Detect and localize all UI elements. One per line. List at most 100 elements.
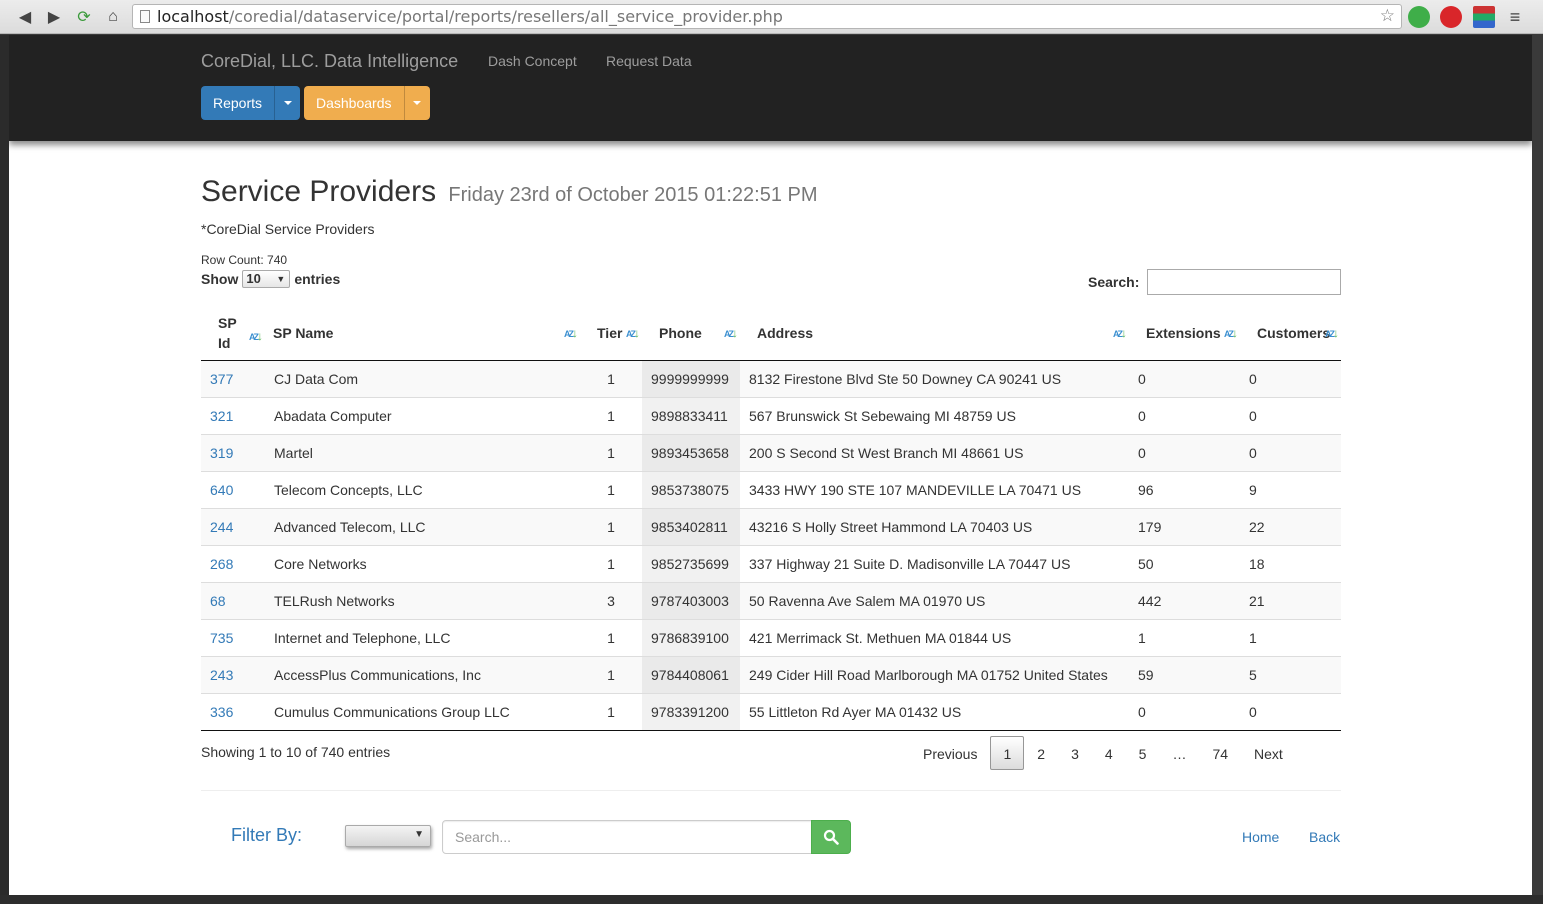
sp-id-link[interactable]: 268 xyxy=(210,556,233,572)
cell-extensions: 1 xyxy=(1129,618,1240,656)
cell-tier: 1 xyxy=(580,655,642,693)
pagination-next[interactable]: Next xyxy=(1241,736,1296,770)
page-content: CoreDial, LLC. Data Intelligence Dash Co… xyxy=(9,35,1532,895)
column-header-sp-name[interactable]: SP Name AZ↓ xyxy=(265,307,580,361)
table-search-input[interactable] xyxy=(1147,269,1341,295)
cell-tier: 1 xyxy=(580,618,642,656)
column-header-tier[interactable]: Tier AZ↓ xyxy=(580,307,642,361)
cell-tier: 1 xyxy=(580,692,642,731)
cell-sp-id[interactable]: 336 xyxy=(201,692,265,731)
pagination-previous[interactable]: Previous xyxy=(910,736,990,770)
column-header-sp-id-line2: Id xyxy=(218,335,231,352)
cell-extensions: 0 xyxy=(1129,433,1240,471)
cell-sp-id[interactable]: 68 xyxy=(201,581,265,619)
cell-sp-name: Internet and Telephone, LLC xyxy=(265,618,580,656)
sp-id-link[interactable]: 243 xyxy=(210,667,233,683)
search-icon xyxy=(823,829,839,845)
brand-title[interactable]: CoreDial, LLC. Data Intelligence xyxy=(201,51,458,72)
pagination-page-3[interactable]: 3 xyxy=(1058,736,1092,770)
cell-extensions: 0 xyxy=(1129,692,1240,731)
cell-sp-name: Advanced Telecom, LLC xyxy=(265,507,580,545)
home-icon[interactable]: ⌂ xyxy=(102,6,124,28)
pagination-page-5[interactable]: 5 xyxy=(1126,736,1160,770)
address-bar[interactable]: localhost/coredial/dataservice/portal/re… xyxy=(132,4,1402,29)
sort-icon: AZ↓ xyxy=(1113,326,1127,340)
cell-sp-name: Telecom Concepts, LLC xyxy=(265,470,580,508)
reports-button[interactable]: Reports xyxy=(201,86,275,120)
cell-tier: 1 xyxy=(580,544,642,582)
cell-address: 567 Brunswick St Sebewaing MI 48759 US xyxy=(740,396,1129,434)
pagination-page-2[interactable]: 2 xyxy=(1024,736,1058,770)
column-header-customers[interactable]: Customers AZ↓ xyxy=(1240,307,1341,361)
cell-sp-name: Cumulus Communications Group LLC xyxy=(265,692,580,731)
cell-sp-id[interactable]: 244 xyxy=(201,507,265,545)
bookmark-star-icon[interactable]: ☆ xyxy=(1380,5,1395,28)
nav-link-dash-concept[interactable]: Dash Concept xyxy=(488,53,577,69)
search-label: Search: xyxy=(1088,274,1140,290)
top-navbar: CoreDial, LLC. Data Intelligence Dash Co… xyxy=(9,35,1532,141)
reload-icon[interactable]: ⟳ xyxy=(73,6,95,28)
cell-sp-id[interactable]: 321 xyxy=(201,396,265,434)
pagination-page-74[interactable]: 74 xyxy=(1199,736,1241,770)
cell-customers: 18 xyxy=(1240,544,1341,582)
sp-id-link[interactable]: 735 xyxy=(210,630,233,646)
home-link[interactable]: Home xyxy=(1242,829,1279,845)
refresh-extension-icon[interactable] xyxy=(1408,6,1430,28)
pagination-page-4[interactable]: 4 xyxy=(1092,736,1126,770)
sp-id-link[interactable]: 640 xyxy=(210,482,233,498)
column-header-address[interactable]: Address AZ↓ xyxy=(740,307,1129,361)
sp-id-link[interactable]: 244 xyxy=(210,519,233,535)
cell-extensions: 96 xyxy=(1129,470,1240,508)
cell-extensions: 59 xyxy=(1129,655,1240,693)
filter-search-input[interactable]: Search... xyxy=(442,820,812,854)
sp-id-link[interactable]: 68 xyxy=(210,593,226,609)
page-title: Service Providers Friday 23rd of October… xyxy=(201,175,818,209)
cell-sp-id[interactable]: 319 xyxy=(201,433,265,471)
table-info: Showing 1 to 10 of 740 entries xyxy=(201,744,391,760)
reports-dropdown-toggle[interactable] xyxy=(274,86,301,120)
cell-sp-id[interactable]: 735 xyxy=(201,618,265,656)
dashboards-dropdown-toggle[interactable] xyxy=(403,86,430,120)
adblock-icon[interactable] xyxy=(1440,6,1462,28)
dropdown-arrow-icon: ▼ xyxy=(414,829,424,840)
sort-icon: AZ↓ xyxy=(1325,326,1339,340)
sp-id-link[interactable]: 377 xyxy=(210,371,233,387)
cell-sp-id[interactable]: 268 xyxy=(201,544,265,582)
cell-tier: 1 xyxy=(580,470,642,508)
sp-id-link[interactable]: 321 xyxy=(210,408,233,424)
pagination: Previous 1 2 3 4 5 … 74 Next xyxy=(910,735,1296,771)
sort-icon: AZ↓ xyxy=(626,326,640,340)
cell-customers: 0 xyxy=(1240,433,1341,471)
cell-tier: 1 xyxy=(580,396,642,434)
table-row: 735 Internet and Telephone, LLC 1 978683… xyxy=(201,618,1341,656)
back-arrow-icon[interactable]: ◀ xyxy=(14,6,36,28)
cell-phone: 9999999999 xyxy=(642,359,740,397)
forward-arrow-icon[interactable]: ▶ xyxy=(43,6,65,28)
filter-search-button[interactable] xyxy=(811,820,851,854)
dashboards-button[interactable]: Dashboards xyxy=(304,86,404,120)
nav-link-request-data[interactable]: Request Data xyxy=(606,53,692,69)
sp-id-link[interactable]: 319 xyxy=(210,445,233,461)
cell-tier: 1 xyxy=(580,359,642,397)
cell-sp-id[interactable]: 243 xyxy=(201,655,265,693)
sp-id-link[interactable]: 336 xyxy=(210,704,233,720)
column-header-phone[interactable]: Phone AZ↓ xyxy=(642,307,740,361)
column-header-sp-id[interactable]: SP Id AZ↓ xyxy=(201,307,265,361)
cell-address: 3433 HWY 190 STE 107 MANDEVILLE LA 70471… xyxy=(740,470,1129,508)
entries-per-page-select[interactable]: 10 ▼ xyxy=(242,270,291,288)
filter-field-select[interactable]: ▼ xyxy=(345,825,431,847)
cell-customers: 0 xyxy=(1240,359,1341,397)
cell-tier: 1 xyxy=(580,433,642,471)
column-header-extensions[interactable]: Extensions AZ↓ xyxy=(1129,307,1240,361)
page-title-text: Service Providers xyxy=(201,175,437,208)
pagination-page-1[interactable]: 1 xyxy=(990,736,1025,770)
extension-menu-icon[interactable] xyxy=(1473,6,1495,28)
back-link[interactable]: Back xyxy=(1309,829,1340,845)
column-header-address-label: Address xyxy=(757,325,814,342)
column-header-customers-label: Customers xyxy=(1257,325,1331,342)
hamburger-menu-icon[interactable]: ≡ xyxy=(1504,6,1526,28)
background-window-edge xyxy=(0,35,9,895)
cell-extensions: 0 xyxy=(1129,396,1240,434)
cell-sp-id[interactable]: 640 xyxy=(201,470,265,508)
cell-sp-id[interactable]: 377 xyxy=(201,359,265,397)
